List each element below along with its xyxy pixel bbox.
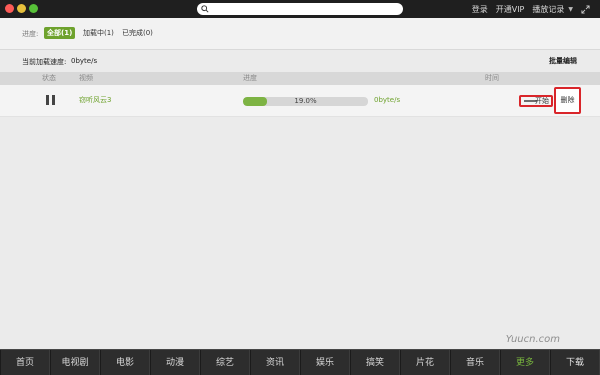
- watermark-text: Yuucn.com: [505, 334, 560, 345]
- nav-entertainment[interactable]: 娱乐: [300, 350, 350, 375]
- nav-trailers[interactable]: 片花: [400, 350, 450, 375]
- history-link[interactable]: 播放记录: [532, 4, 564, 15]
- filter-loading-button[interactable]: 加载中(1): [80, 27, 117, 39]
- bottom-nav: 首页 电视剧 电影 动漫 综艺 资讯 娱乐 搞笑 片花 音乐 更多 下载: [0, 349, 600, 375]
- speed-label: 当前加载速度:: [22, 58, 67, 66]
- video-title-link[interactable]: 窃听风云3: [79, 95, 111, 105]
- window-minimize-button[interactable]: [17, 4, 26, 13]
- login-link[interactable]: 登录: [472, 4, 488, 15]
- nav-news[interactable]: 资讯: [250, 350, 300, 375]
- fullscreen-icon[interactable]: [581, 4, 590, 14]
- batch-edit-button[interactable]: 批量编辑: [549, 56, 577, 66]
- nav-tv[interactable]: 电视剧: [50, 350, 100, 375]
- header-status: 状态: [42, 74, 56, 82]
- chevron-down-icon[interactable]: ▼: [568, 6, 573, 13]
- window-close-button[interactable]: [5, 4, 14, 13]
- filter-all-button[interactable]: 全部(1): [44, 27, 76, 39]
- vip-link[interactable]: 开通VIP: [496, 4, 525, 15]
- header-time: 时间: [485, 74, 499, 82]
- table-row: 窃听风云3 19.0% 0byte/s 开始 删除: [0, 85, 600, 117]
- table-header: 状态 视频 进度 时间: [0, 72, 600, 85]
- nav-variety[interactable]: 综艺: [200, 350, 250, 375]
- filter-label: 进度:: [22, 30, 39, 38]
- nav-more[interactable]: 更多: [500, 350, 550, 375]
- nav-anime[interactable]: 动漫: [150, 350, 200, 375]
- pause-icon[interactable]: [46, 95, 56, 105]
- start-button[interactable]: 开始: [519, 95, 553, 107]
- header-video: 视频: [79, 74, 93, 82]
- delete-button[interactable]: 删除: [554, 87, 581, 114]
- search-input[interactable]: [197, 3, 403, 15]
- download-rate: 0byte/s: [374, 96, 401, 104]
- progress-bar: 19.0%: [243, 97, 368, 106]
- nav-movie[interactable]: 电影: [100, 350, 150, 375]
- header-progress: 进度: [243, 74, 257, 82]
- progress-percent: 19.0%: [294, 97, 317, 105]
- filter-done-button[interactable]: 已完成(0): [119, 27, 156, 39]
- search-icon: [201, 5, 209, 13]
- nav-home[interactable]: 首页: [0, 350, 50, 375]
- speed-value: 0byte/s: [71, 57, 98, 65]
- window-zoom-button[interactable]: [29, 4, 38, 13]
- nav-music[interactable]: 音乐: [450, 350, 500, 375]
- progress-filter-bar: 进度: 全部(1) 加载中(1) 已完成(0): [0, 18, 600, 50]
- start-button-label: 开始: [535, 97, 549, 105]
- title-bar: 登录 开通VIP 播放记录 ▼: [0, 0, 600, 18]
- nav-funny[interactable]: 搞笑: [350, 350, 400, 375]
- nav-download[interactable]: 下载: [550, 350, 600, 375]
